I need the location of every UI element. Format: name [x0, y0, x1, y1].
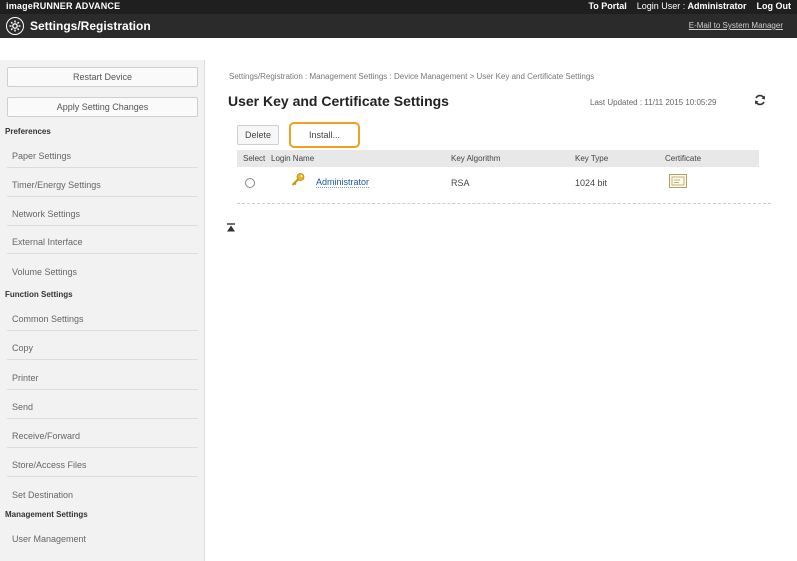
column-header-key-algorithm: Key Algorithm [451, 154, 501, 163]
select-radio[interactable] [245, 178, 255, 188]
login-user-info: Login User : Administrator [637, 1, 747, 11]
divider [7, 196, 198, 197]
restart-device-button[interactable]: Restart Device [7, 67, 198, 87]
divider [7, 167, 198, 168]
divider [7, 225, 198, 226]
page-header-title: Settings/Registration [30, 19, 151, 33]
divider [7, 389, 198, 390]
column-header-key-type: Key Type [575, 154, 609, 163]
sidebar-heading-function-settings: Function Settings [5, 290, 73, 299]
brand-name: imageRUNNER ADVANCE [6, 1, 121, 11]
key-icon [290, 172, 306, 190]
email-system-manager-link[interactable]: E-Mail to System Manager [689, 21, 783, 30]
divider [7, 253, 198, 254]
sidebar-item-set-destination[interactable]: Set Destination [12, 490, 73, 500]
sidebar-item-store-access-files[interactable]: Store/Access Files [12, 460, 87, 470]
sidebar-item-paper-settings[interactable]: Paper Settings [12, 151, 71, 161]
login-user-label: Login User : [636, 1, 686, 11]
sidebar-item-external-interface[interactable]: External Interface [12, 237, 83, 247]
sidebar-item-receive-forward[interactable]: Receive/Forward [12, 431, 80, 441]
last-updated-text: Last Updated : 11/11 2015 10:05:29 [590, 98, 717, 107]
divider [7, 330, 198, 331]
divider [7, 359, 198, 360]
key-algorithm-value: RSA [451, 178, 470, 188]
divider [7, 476, 198, 477]
to-portal-link[interactable]: To Portal [588, 1, 626, 11]
column-header-certificate: Certificate [665, 154, 702, 163]
page-title: User Key and Certificate Settings [228, 93, 449, 109]
column-header-select: Select [243, 154, 266, 163]
back-to-top-icon[interactable] [226, 223, 236, 233]
divider [7, 447, 198, 448]
sidebar-item-common-settings[interactable]: Common Settings [12, 314, 84, 324]
sidebar-heading-management-settings: Management Settings [5, 510, 88, 519]
top-bar: imageRUNNER ADVANCE To Portal Login User… [0, 0, 797, 14]
header-bar: Settings/Registration E-Mail to System M… [0, 14, 797, 38]
top-links: To Portal Login User : Administrator Log… [588, 1, 791, 11]
settings-gear-icon [6, 17, 24, 35]
table-row: Administrator RSA 1024 bit [237, 168, 771, 204]
sidebar-item-timer-energy[interactable]: Timer/Energy Settings [12, 180, 101, 190]
column-header-login-name: Login Name [271, 154, 315, 163]
breadcrumb: Settings/Registration : Management Setti… [229, 72, 595, 81]
sidebar-heading-preferences: Preferences [5, 127, 51, 136]
sidebar-item-printer[interactable]: Printer [12, 373, 39, 383]
apply-setting-changes-button[interactable]: Apply Setting Changes [7, 97, 198, 117]
refresh-icon[interactable] [753, 93, 767, 107]
sidebar-item-send[interactable]: Send [12, 402, 33, 412]
sidebar-item-user-management[interactable]: User Management [12, 534, 86, 544]
logout-link[interactable]: Log Out [757, 1, 792, 11]
install-button[interactable]: Install... [289, 122, 360, 148]
main-content: Settings/Registration : Management Setti… [205, 60, 797, 561]
table-header: Select Login Name Key Algorithm Key Type… [237, 150, 759, 167]
certificate-icon[interactable] [669, 174, 687, 188]
sidebar-item-volume[interactable]: Volume Settings [12, 267, 77, 277]
login-name-link[interactable]: Administrator [316, 177, 370, 188]
delete-button[interactable]: Delete [237, 125, 279, 145]
divider [7, 418, 198, 419]
key-type-value: 1024 bit [575, 178, 608, 188]
login-user-value: Administrator [687, 1, 747, 11]
sidebar: Restart Device Apply Setting Changes Pre… [0, 60, 205, 561]
sidebar-item-network[interactable]: Network Settings [12, 209, 80, 219]
sidebar-item-copy[interactable]: Copy [12, 343, 33, 353]
